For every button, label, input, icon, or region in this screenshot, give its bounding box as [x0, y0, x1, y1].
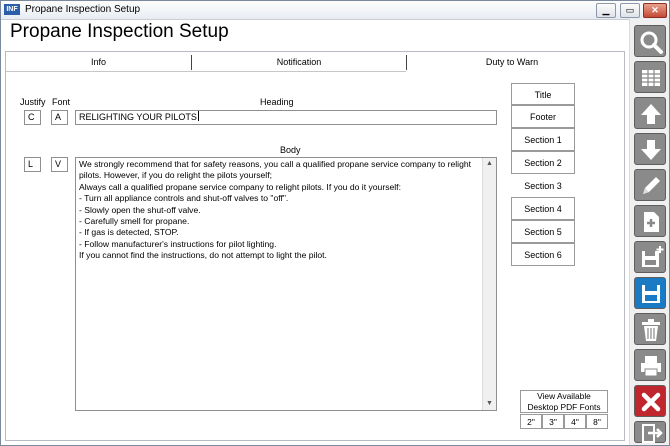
justify-label: Justify [20, 97, 46, 107]
close-window-icon: ✕ [651, 5, 659, 15]
font-label: Font [52, 97, 71, 107]
body-textarea[interactable]: We strongly recommend that for safety re… [75, 157, 497, 411]
view-pdf-fonts-line1: View Available [537, 391, 591, 401]
close-window-button[interactable]: ✕ [643, 3, 667, 18]
new-document-icon [644, 212, 659, 232]
section-tab-section-5[interactable]: Section 5 [511, 220, 575, 243]
pencil-icon [643, 177, 660, 194]
body-label: Body [280, 145, 301, 155]
body-line: - Carefully smell for propane. [79, 216, 190, 227]
size-2-button[interactable]: 2" [520, 414, 542, 429]
exit-button[interactable] [634, 421, 666, 443]
tab-info[interactable]: Info [6, 54, 191, 71]
size-3-button[interactable]: 3" [542, 414, 564, 429]
minimize-icon: ▁ [602, 5, 610, 15]
grid-button[interactable] [634, 61, 666, 93]
edit-button[interactable] [634, 169, 666, 201]
section-tab-footer[interactable]: Footer [511, 105, 575, 128]
section-tab-section-3[interactable]: Section 3 [511, 174, 575, 197]
minimize-button[interactable]: ▁ [596, 3, 616, 18]
right-toolbar [629, 19, 669, 445]
move-down-button[interactable] [634, 133, 666, 165]
print-button[interactable] [634, 349, 666, 381]
body-text: We strongly recommend that for safety re… [79, 159, 479, 262]
body-scrollbar[interactable]: ▲ ▼ [482, 158, 496, 410]
app-window: INF Propane Inspection Setup ▁ ▭ ✕ Propa… [0, 0, 670, 446]
heading-label: Heading [260, 97, 294, 107]
tab-underline [6, 71, 406, 72]
arrow-down-icon [641, 140, 661, 160]
exit-icon [642, 424, 663, 443]
save-button[interactable] [634, 277, 666, 309]
view-pdf-fonts-line2: Desktop PDF Fonts [527, 402, 601, 412]
body-line: - Turn all appliance controls and shut-o… [79, 193, 289, 204]
save-icon [642, 285, 660, 303]
body-line: pilots. However, if you do relight the p… [79, 170, 272, 181]
close-icon [641, 392, 661, 412]
cancel-button[interactable] [634, 385, 666, 417]
save-new-button[interactable] [634, 241, 666, 273]
window-title: Propane Inspection Setup [25, 4, 141, 15]
section-tab-title[interactable]: Title [511, 83, 575, 105]
scroll-down-icon[interactable]: ▼ [483, 398, 496, 410]
body-line: Always call a qualified propane service … [79, 181, 401, 192]
search-button[interactable] [634, 25, 666, 57]
heading-justify-field[interactable]: C [24, 110, 41, 125]
body-line: If you cannot find the instructions, do … [79, 250, 327, 261]
size-4-button[interactable]: 4" [564, 414, 586, 429]
section-tab-section-1[interactable]: Section 1 [511, 128, 575, 151]
text-cursor [197, 111, 199, 121]
tab-notification[interactable]: Notification [192, 54, 406, 71]
tab-duty-to-warn[interactable]: Duty to Warn [407, 54, 617, 71]
move-up-button[interactable] [634, 97, 666, 129]
heading-input-text: RELIGHTING YOUR PILOTS [79, 112, 197, 122]
body-line: - Slowly open the shut-off valve. [79, 204, 201, 215]
heading-font-field[interactable]: A [51, 110, 68, 125]
body-line: We strongly recommend that for safety re… [79, 159, 472, 169]
section-tab-section-6[interactable]: Section 6 [511, 243, 575, 266]
save-new-icon [642, 246, 664, 267]
size-8-button[interactable]: 8" [586, 414, 608, 429]
scroll-up-icon[interactable]: ▲ [483, 158, 496, 170]
maximize-icon: ▭ [625, 5, 635, 15]
body-justify-field[interactable]: L [24, 157, 41, 172]
body-line: - If gas is detected, STOP. [79, 227, 179, 238]
body-font-field[interactable]: V [51, 157, 68, 172]
section-tab-section-4[interactable]: Section 4 [511, 197, 575, 220]
view-pdf-fonts-button[interactable]: View Available Desktop PDF Fonts [520, 390, 608, 413]
grid-icon [642, 70, 660, 86]
delete-button[interactable] [634, 313, 666, 345]
new-button[interactable] [634, 205, 666, 237]
body-line: - Follow manufacturer's instructions for… [79, 238, 277, 249]
print-icon [641, 356, 661, 377]
app-icon: INF [4, 4, 20, 15]
title-bar[interactable]: INF Propane Inspection Setup ▁ ▭ ✕ [1, 1, 669, 20]
search-icon [640, 31, 663, 54]
heading-input[interactable]: RELIGHTING YOUR PILOTS [75, 110, 497, 125]
page-title: Propane Inspection Setup [10, 21, 229, 42]
trash-icon [642, 319, 660, 341]
section-tab-section-2[interactable]: Section 2 [511, 151, 575, 174]
arrow-up-icon [641, 104, 661, 124]
maximize-button[interactable]: ▭ [620, 3, 640, 18]
